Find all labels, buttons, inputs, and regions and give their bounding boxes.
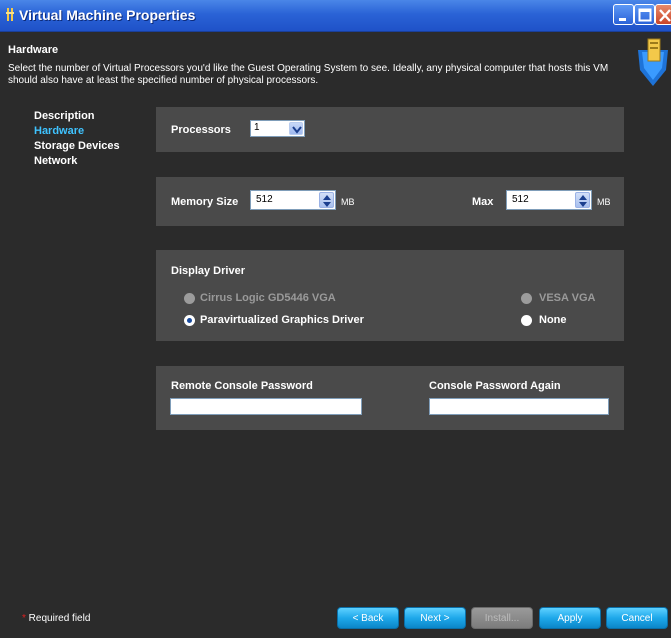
radio-cirrus-logic[interactable] — [184, 293, 195, 304]
memory-max-value: 512 — [512, 194, 529, 205]
back-button[interactable]: < Back — [337, 607, 399, 629]
spin-arrows-icon[interactable] — [575, 192, 590, 208]
processors-label: Processors — [171, 124, 231, 136]
console-password-again-field[interactable] — [429, 398, 609, 415]
radio-none-label: None — [539, 314, 567, 326]
vm-app-icon — [6, 8, 14, 21]
wizard-shield-icon — [638, 38, 668, 86]
radio-cirrus-logic-label: Cirrus Logic GD5446 VGA — [200, 292, 336, 304]
display-driver-label: Display Driver — [171, 265, 245, 277]
memory-size-value: 512 — [256, 194, 273, 205]
window-title: Virtual Machine Properties — [19, 7, 196, 23]
minimize-button[interactable] — [613, 4, 634, 25]
console-password-again-label: Console Password Again — [429, 380, 561, 392]
radio-paravirtualized[interactable] — [184, 315, 195, 326]
radio-vesa-vga-label: VESA VGA — [539, 292, 596, 304]
close-button[interactable] — [655, 4, 671, 25]
memory-panel: Memory Size 512 MB Max 512 MB — [156, 177, 624, 226]
maximize-button[interactable] — [634, 4, 655, 25]
spin-arrows-icon[interactable] — [319, 192, 334, 208]
processors-panel: Processors 1 — [156, 107, 624, 152]
cancel-button[interactable]: Cancel — [606, 607, 668, 629]
nav-item-network[interactable]: Network — [34, 154, 120, 169]
title-bar[interactable]: Virtual Machine Properties — [0, 0, 671, 32]
processors-select[interactable]: 1 — [250, 120, 305, 137]
remote-console-password-field[interactable] — [170, 398, 362, 415]
display-driver-panel: Display Driver Cirrus Logic GD5446 VGA V… — [156, 250, 624, 341]
page-description: Select the number of Virtual Processors … — [8, 63, 609, 86]
radio-vesa-vga[interactable] — [521, 293, 532, 304]
memory-max-stepper[interactable]: 512 — [506, 190, 592, 210]
remote-console-password-label: Remote Console Password — [171, 380, 313, 392]
nav-item-description[interactable]: Description — [34, 109, 120, 124]
required-field-note: * Required field — [22, 613, 90, 624]
memory-size-unit: MB — [341, 197, 355, 207]
console-password-panel: Remote Console Password Console Password… — [156, 366, 624, 430]
radio-paravirtualized-label: Paravirtualized Graphics Driver — [200, 314, 364, 326]
nav-item-storage-devices[interactable]: Storage Devices — [34, 139, 120, 154]
radio-none[interactable] — [521, 315, 532, 326]
wizard-nav: Description Hardware Storage Devices Net… — [34, 109, 120, 169]
page-title: Hardware — [8, 44, 59, 56]
required-text: Required field — [25, 613, 91, 624]
memory-size-label: Memory Size — [171, 196, 239, 208]
install-button[interactable]: Install... — [471, 607, 533, 629]
nav-item-hardware[interactable]: Hardware — [34, 124, 120, 139]
close-icon — [659, 9, 671, 22]
maximize-icon — [638, 8, 652, 22]
chevron-down-icon[interactable] — [289, 122, 303, 135]
memory-max-unit: MB — [597, 197, 611, 207]
memory-size-stepper[interactable]: 512 — [250, 190, 336, 210]
next-button[interactable]: Next > — [404, 607, 466, 629]
memory-max-label: Max — [472, 196, 494, 208]
apply-button[interactable]: Apply — [539, 607, 601, 629]
minimize-icon — [619, 18, 626, 21]
processors-value: 1 — [254, 122, 260, 133]
